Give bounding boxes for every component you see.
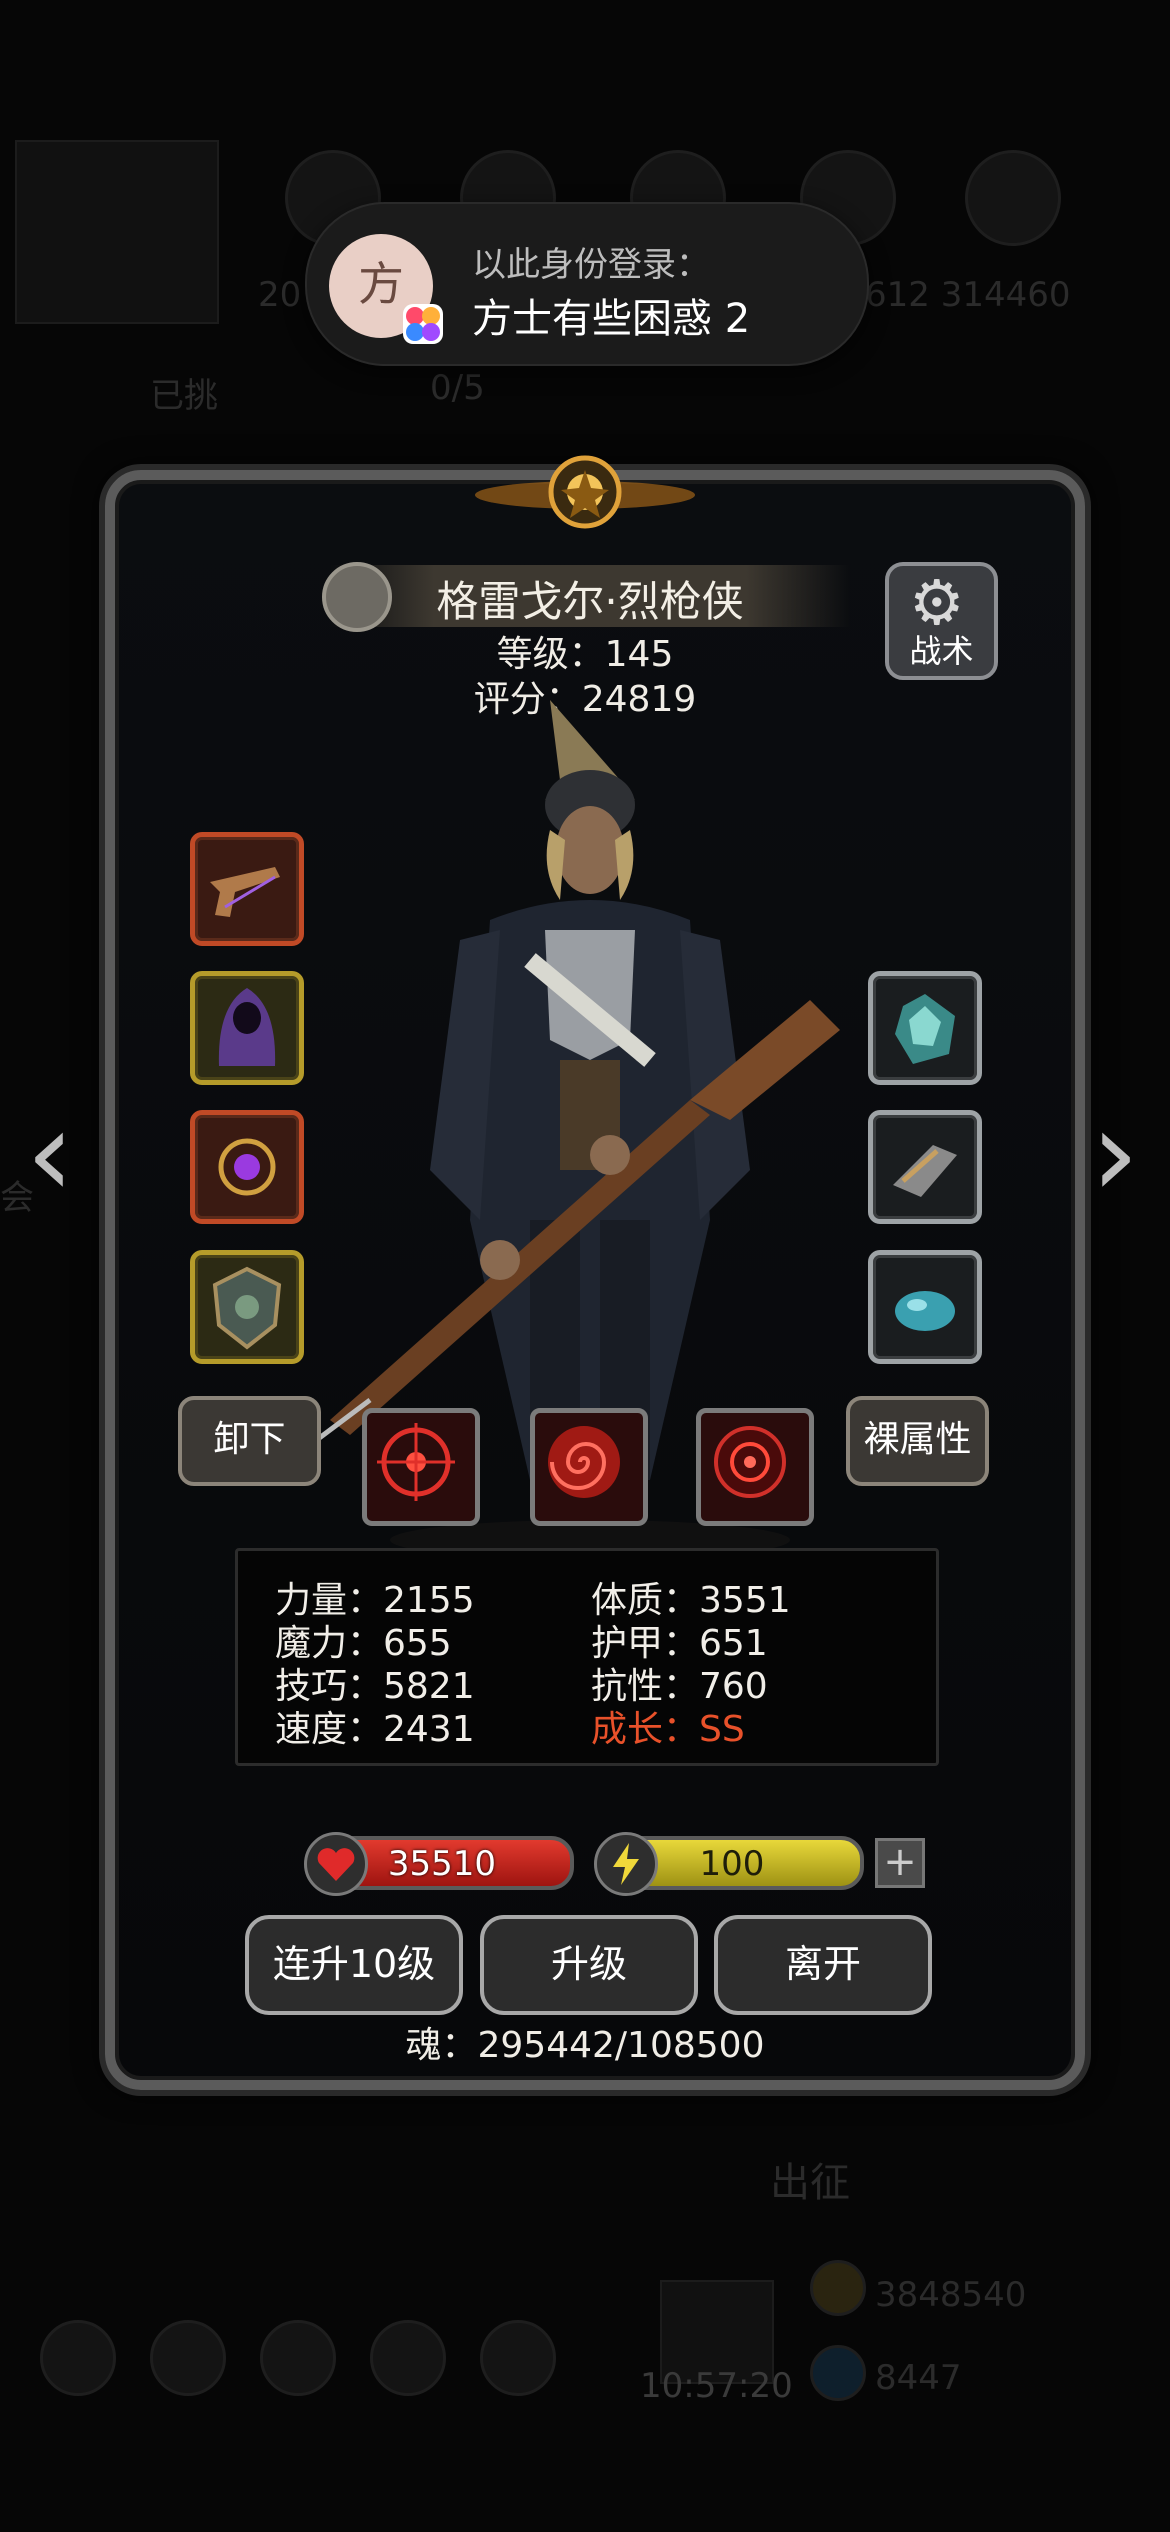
background-progress: 0/5	[430, 368, 485, 408]
background-portrait	[15, 140, 219, 324]
soul-counter: 魂：295442/108500	[405, 2025, 765, 2066]
stat-speed: 速度：2431	[275, 1709, 475, 1750]
background-menu-icon	[480, 2320, 556, 2396]
sun-emblem-icon	[475, 455, 695, 529]
add-energy-button[interactable]: +	[875, 1838, 925, 1888]
crosshair-skill-icon[interactable]	[362, 1408, 480, 1526]
hp-value: 35510	[387, 1844, 497, 1884]
bare-attributes-button[interactable]: 裸属性	[846, 1396, 989, 1486]
login-toast[interactable]: 方 以此身份登录： 方士有些困惑 2	[305, 202, 869, 366]
hp-bar: 35510	[304, 1832, 574, 1896]
gear-icon: ⚙	[909, 566, 965, 639]
toast-caption: 以此身份登录：	[472, 245, 710, 285]
background-time: 10:57:20	[640, 2366, 793, 2406]
background-gem-icon	[810, 2345, 866, 2401]
background-go-label: 出征	[770, 2160, 850, 2206]
level-up-10-button[interactable]: 连升10级	[245, 1915, 463, 2015]
hooded-cloak-icon[interactable]	[190, 971, 304, 1085]
tactics-button[interactable]: ⚙ 战术	[885, 562, 998, 680]
stats-panel: 力量：2155 魔力：655 技巧：5821 速度：2431 体质：3551 护…	[235, 1548, 939, 1766]
previous-hero-arrow-icon[interactable]: ‹	[15, 1085, 85, 1225]
hero-name: 格雷戈尔·烈枪侠	[436, 577, 744, 626]
app-badge-icon	[403, 304, 443, 344]
tactics-label: 战术	[909, 632, 974, 670]
energy-value: 100	[699, 1844, 765, 1884]
background-icon	[965, 150, 1061, 246]
background-menu-icon	[150, 2320, 226, 2396]
purple-amulet-icon[interactable]	[190, 1110, 304, 1224]
stat-growth: 成长：SS	[591, 1709, 745, 1750]
level-up-button[interactable]: 升级	[480, 1915, 698, 2015]
energy-bar: 100	[594, 1832, 864, 1896]
spiral-skill-icon[interactable]	[530, 1408, 648, 1526]
bronze-shield-icon[interactable]	[190, 1250, 304, 1364]
leave-button[interactable]: 离开	[714, 1915, 932, 2015]
flintlock-pistol-icon[interactable]	[190, 832, 304, 946]
background-gold: 3848540	[875, 2275, 1027, 2315]
background-challenge-text: 已挑	[150, 376, 218, 416]
target-skill-icon[interactable]	[696, 1408, 814, 1526]
unequip-button[interactable]: 卸下	[178, 1396, 321, 1486]
silver-bracer-icon[interactable]	[868, 1110, 982, 1224]
toast-account-name: 方士有些困惑 2	[472, 296, 751, 342]
background-menu-icon	[40, 2320, 116, 2396]
background-menu-icon	[260, 2320, 336, 2396]
next-hero-arrow-icon[interactable]: ›	[1080, 1085, 1150, 1225]
background-number: 20	[258, 275, 302, 315]
background-menu-icon	[370, 2320, 446, 2396]
background-gold-icon	[810, 2260, 866, 2316]
blue-stone-icon[interactable]	[868, 1250, 982, 1364]
teal-crystal-icon[interactable]	[868, 971, 982, 1085]
background-gems: 8447	[875, 2358, 962, 2398]
background-number: 612 314460	[865, 275, 1071, 315]
